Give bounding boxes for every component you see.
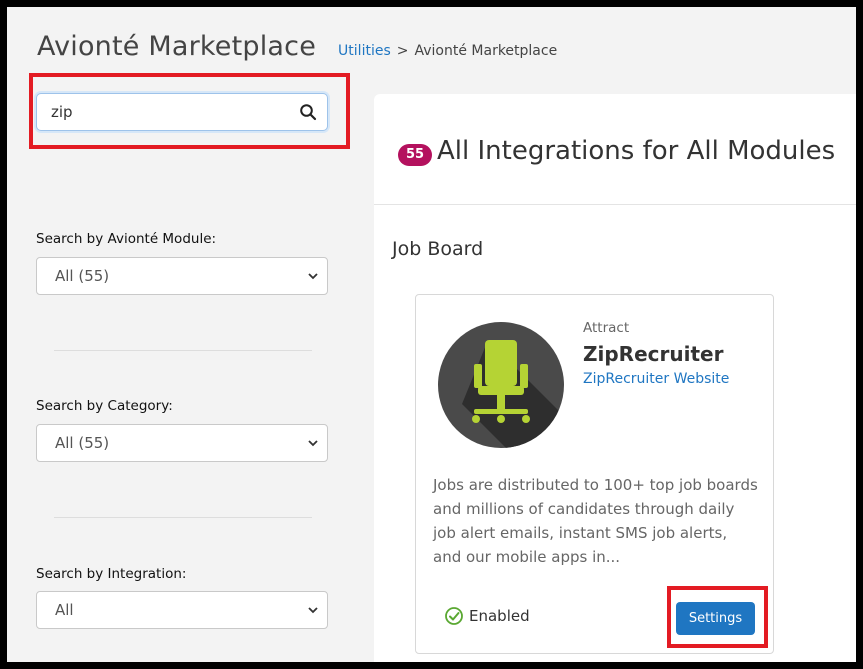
search-input[interactable] bbox=[37, 94, 287, 130]
app-window: Avionté Marketplace Utilities > Avionté Ma… bbox=[0, 0, 863, 669]
check-circle-icon bbox=[445, 607, 463, 625]
sidebar-divider bbox=[54, 350, 312, 351]
panel-divider bbox=[374, 204, 856, 205]
page-header: Avionté Marketplace Utilities > Avionté Ma… bbox=[37, 31, 557, 62]
ziprecruiter-website-link[interactable]: ZipRecruiter Website bbox=[583, 371, 729, 387]
integration-card: Attract ZipRecruiter ZipRecruiter Websit… bbox=[415, 294, 774, 654]
integrations-panel: 55 All Integrations for All Modules Job … bbox=[374, 94, 856, 662]
category-select-value: All (55) bbox=[55, 434, 110, 452]
status-text: Enabled bbox=[469, 607, 530, 625]
group-title: Job Board bbox=[392, 238, 484, 260]
section-title: All Integrations for All Modules bbox=[437, 136, 836, 166]
integration-select-value: All bbox=[55, 601, 74, 619]
breadcrumb-current: Avionté Marketplace bbox=[414, 43, 558, 59]
breadcrumb: Utilities > Avionté Marketplace bbox=[338, 43, 557, 59]
module-select[interactable]: All (55) bbox=[36, 257, 328, 295]
chevron-down-icon bbox=[308, 440, 318, 447]
module-select-value: All (55) bbox=[55, 267, 110, 285]
chevron-down-icon bbox=[308, 607, 318, 614]
sidebar-divider bbox=[54, 517, 312, 518]
card-name: ZipRecruiter bbox=[583, 342, 724, 366]
module-filter-label: Search by Avionté Module: bbox=[36, 231, 217, 247]
office-chair-logo-icon bbox=[438, 322, 564, 448]
status-enabled: Enabled bbox=[444, 606, 530, 626]
search-box[interactable] bbox=[36, 93, 328, 131]
chevron-down-icon bbox=[308, 273, 318, 280]
integration-filter-label: Search by Integration: bbox=[36, 566, 187, 582]
breadcrumb-utilities-link[interactable]: Utilities bbox=[338, 43, 391, 59]
integration-count-badge: 55 bbox=[398, 144, 432, 166]
card-description: Jobs are distributed to 100+ top job boa… bbox=[433, 476, 758, 566]
category-filter-label: Search by Category: bbox=[36, 398, 173, 414]
card-category: Attract bbox=[583, 320, 630, 336]
page-title: Avionté Marketplace bbox=[37, 31, 317, 62]
integration-select[interactable]: All bbox=[36, 591, 328, 629]
breadcrumb-separator: > bbox=[396, 43, 409, 59]
search-icon[interactable] bbox=[299, 103, 317, 121]
category-select[interactable]: All (55) bbox=[36, 424, 328, 462]
settings-button[interactable]: Settings bbox=[676, 602, 755, 635]
